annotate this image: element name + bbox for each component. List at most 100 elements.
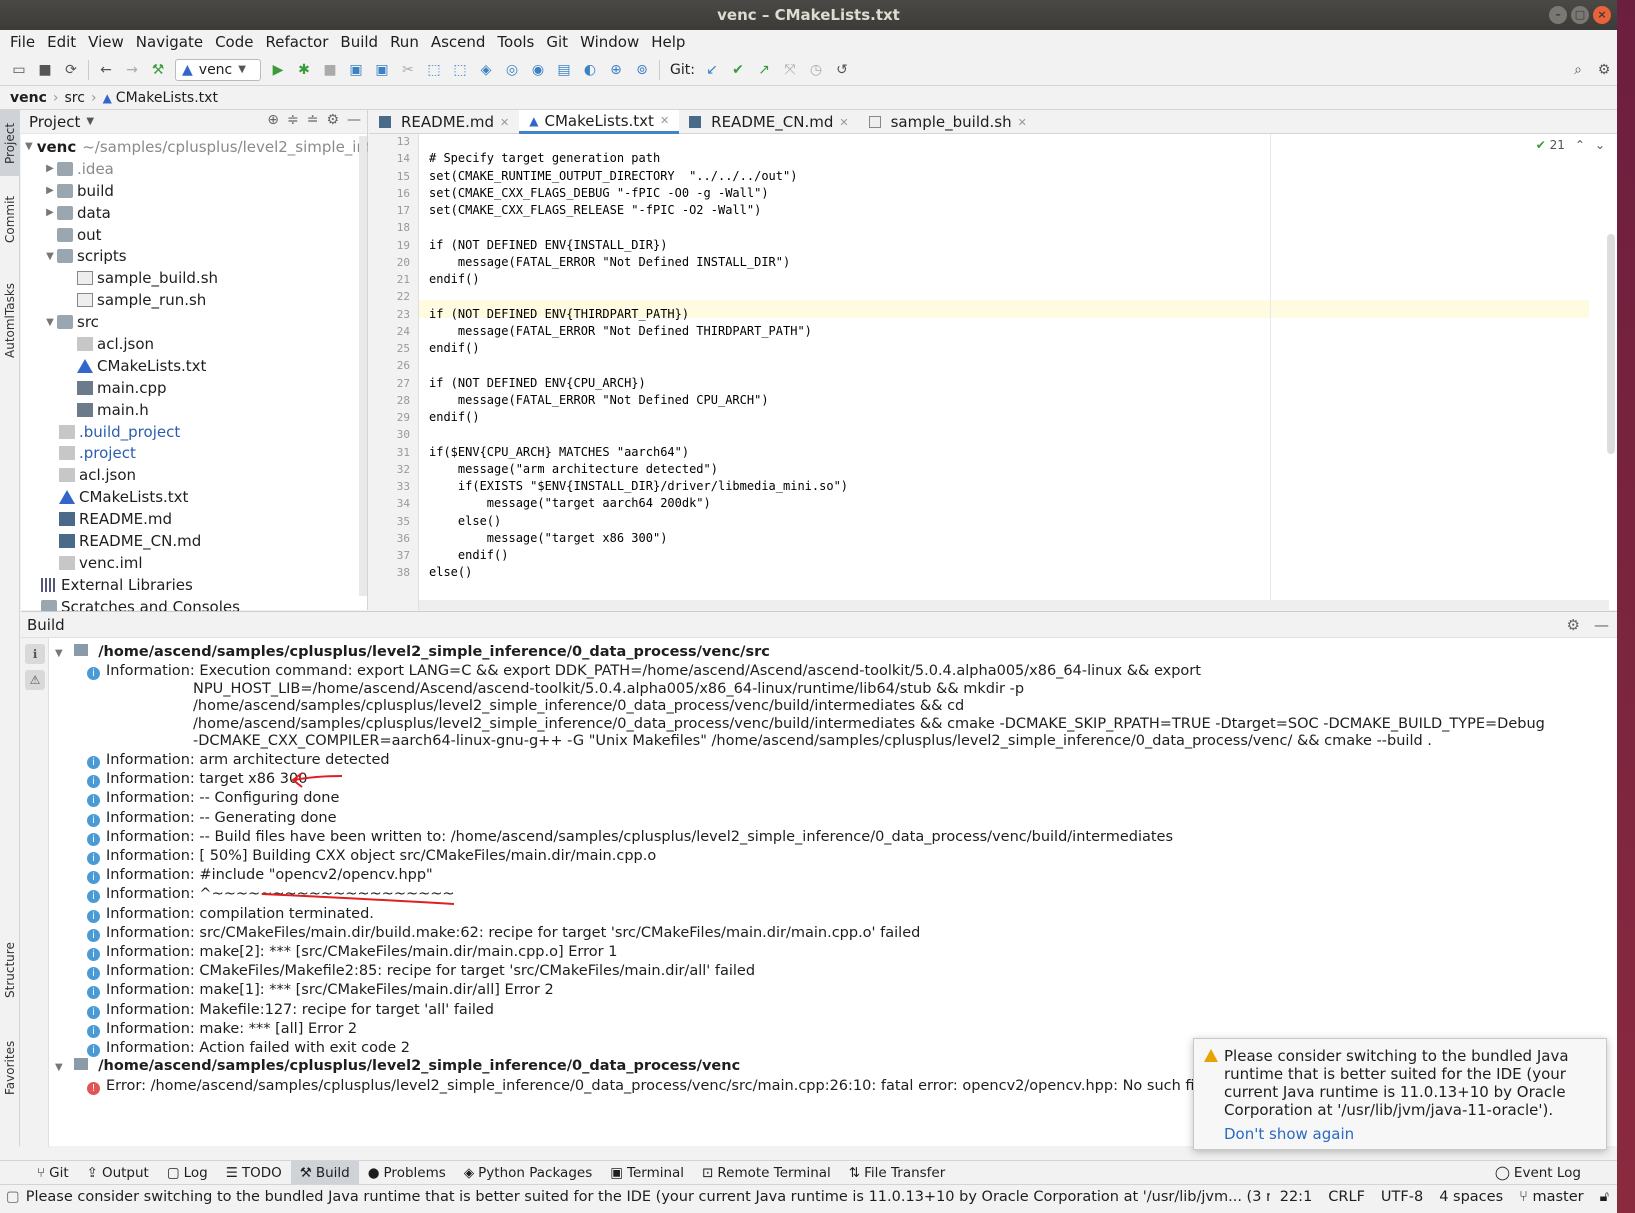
build-message[interactable]: i Information: -- Build files have been w…	[87, 829, 1173, 846]
menu-refactor[interactable]: Refactor	[259, 30, 334, 54]
chevron-down-icon[interactable]: ▼	[43, 317, 57, 328]
tab-readme-cn[interactable]: README_CN.md ✕	[679, 110, 858, 134]
run-icon[interactable]: ▶	[268, 60, 288, 80]
ascend-tool-3-icon[interactable]: ✂	[398, 60, 418, 80]
gear-icon[interactable]: ⚙	[1567, 616, 1580, 634]
hide-icon[interactable]: —	[1594, 616, 1609, 634]
menu-window[interactable]: Window	[574, 30, 645, 54]
breadcrumb-folder[interactable]: src	[65, 90, 85, 106]
build-hammer-icon[interactable]: ⚒	[148, 60, 168, 80]
build-message[interactable]: i Information: Action failed with exit co…	[87, 1040, 410, 1057]
git-history-icon[interactable]: ◷	[806, 60, 826, 80]
menu-file[interactable]: File	[4, 30, 41, 54]
code-line[interactable]: endif()	[429, 272, 480, 286]
chevron-down-icon[interactable]: ⌄	[1595, 138, 1605, 152]
tab-problems[interactable]: ● Problems	[359, 1161, 455, 1185]
sync-icon[interactable]: ⟳	[61, 60, 81, 80]
menu-git[interactable]: Git	[540, 30, 574, 54]
menu-tools[interactable]: Tools	[491, 30, 540, 54]
run-config-select[interactable]: ▲ venc ▼	[175, 58, 261, 81]
vtab-project[interactable]: Project	[0, 110, 20, 176]
editor-horizontal-scrollbar[interactable]	[419, 600, 1609, 610]
build-message[interactable]: i Information: src/CMakeFiles/main.dir/bu…	[87, 925, 920, 942]
code-editor[interactable]: 13 14 15 16 17 18 19 20 21 22 23 24 25 26 27 28 29 30 31 32…	[369, 134, 1617, 610]
tree-item-src[interactable]: ▼ src	[21, 311, 368, 333]
warning-filter-icon[interactable]: ⚠	[25, 670, 45, 690]
build-message[interactable]: i Information: compilation terminated.	[87, 906, 374, 923]
tab-todo[interactable]: ☰ TODO	[217, 1161, 291, 1185]
chevron-down-icon[interactable]: ▼	[25, 141, 33, 152]
build-error-message[interactable]: ! Error: /home/ascend/samples/cplusplus/l…	[87, 1078, 1227, 1095]
tree-item-src-cmakelists[interactable]: CMakeLists.txt	[21, 355, 368, 377]
tab-log[interactable]: ▢ Log	[158, 1161, 217, 1185]
project-scrollbar[interactable]	[359, 136, 367, 596]
close-icon[interactable]: ✕	[839, 116, 848, 129]
tree-item-build[interactable]: ▶ build	[21, 180, 368, 202]
ascend-tool-1-icon[interactable]: ▣	[346, 60, 366, 80]
tree-item-venc-iml[interactable]: venc.iml	[21, 552, 368, 574]
tab-remote-terminal[interactable]: ⊡ Remote Terminal	[693, 1161, 840, 1185]
tree-item-external-libraries[interactable]: External Libraries	[21, 574, 368, 596]
collapse-all-icon[interactable]: ≐	[307, 112, 319, 128]
git-branch-widget[interactable]: ⑂ master	[1519, 1189, 1583, 1205]
ascend-tool-5-icon[interactable]: ⬚	[450, 60, 470, 80]
chevron-down-icon[interactable]: ▼	[86, 116, 94, 127]
code-line[interactable]: message("target aarch64 200dk")	[429, 496, 711, 510]
tab-output[interactable]: ⇪ Output	[78, 1161, 158, 1185]
build-message[interactable]: i Information: Execution command: export …	[87, 663, 1201, 680]
tree-item-scripts[interactable]: ▼ scripts	[21, 245, 368, 267]
dont-show-again-link[interactable]: Don't show again	[1224, 1125, 1354, 1143]
build-node-src[interactable]: ▼ /home/ascend/samples/cplusplus/level2_…	[55, 644, 770, 660]
menu-build[interactable]: Build	[334, 30, 384, 54]
close-icon[interactable]: ✕	[500, 116, 509, 129]
ascend-tool-12-icon[interactable]: ⊚	[632, 60, 652, 80]
maximize-icon[interactable]: □	[1571, 6, 1589, 24]
menu-ascend[interactable]: Ascend	[425, 30, 492, 54]
open-folder-icon[interactable]: ▭	[9, 60, 29, 80]
tree-item-main-cpp[interactable]: main.cpp	[21, 377, 368, 399]
caret-position[interactable]: 22:1	[1280, 1189, 1313, 1205]
hide-icon[interactable]: —	[347, 112, 361, 128]
chevron-right-icon[interactable]: ▶	[43, 207, 57, 218]
code-line[interactable]: set(CMAKE_CXX_FLAGS_DEBUG "-fPIC -O0 -g …	[429, 186, 769, 200]
ascend-tool-10-icon[interactable]: ◐	[580, 60, 600, 80]
breadcrumb-file[interactable]: CMakeLists.txt	[116, 90, 218, 106]
code-line[interactable]: message(FATAL_ERROR "Not Defined INSTALL…	[429, 255, 790, 269]
back-icon[interactable]: ←	[96, 60, 116, 80]
code-line[interactable]: if(EXISTS "$ENV{INSTALL_DIR}/driver/libm…	[429, 479, 848, 493]
build-message[interactable]: i Information: make: *** [all] Error 2	[87, 1021, 357, 1038]
gear-icon[interactable]: ⚙	[326, 112, 339, 128]
menu-navigate[interactable]: Navigate	[130, 30, 209, 54]
code-line[interactable]: set(CMAKE_RUNTIME_OUTPUT_DIRECTORY "../.…	[429, 169, 797, 183]
tree-item-out[interactable]: out	[21, 224, 368, 246]
save-icon[interactable]: ■	[35, 60, 55, 80]
expand-all-icon[interactable]: ≑	[287, 112, 299, 128]
minimize-icon[interactable]: –	[1549, 6, 1567, 24]
code-line[interactable]: else()	[429, 514, 501, 528]
build-message[interactable]: i Information: make[2]: *** [src/CMakeFil…	[87, 944, 617, 961]
git-commit-icon[interactable]: ✔	[728, 60, 748, 80]
tab-file-transfer[interactable]: ⇅ File Transfer	[840, 1161, 954, 1185]
tree-item-project[interactable]: .project	[21, 442, 368, 464]
file-encoding[interactable]: UTF-8	[1381, 1189, 1423, 1205]
code-line[interactable]: set(CMAKE_CXX_FLAGS_RELEASE "-fPIC -O2 -…	[429, 203, 761, 217]
build-message[interactable]: i Information: CMakeFiles/Makefile2:85: r…	[87, 963, 755, 981]
tab-readme[interactable]: README.md ✕	[369, 110, 519, 134]
tree-item-main-h[interactable]: main.h	[21, 399, 368, 421]
build-message[interactable]: i Information: #include "opencv2/opencv.h…	[87, 867, 433, 885]
tree-item-cmakelists[interactable]: CMakeLists.txt	[21, 486, 368, 508]
code-line[interactable]: endif()	[429, 548, 509, 562]
code-line[interactable]: message("arm architecture detected")	[429, 462, 718, 476]
vtab-structure[interactable]: Structure	[0, 930, 20, 1010]
tree-item-sample-build[interactable]: sample_build.sh	[21, 267, 368, 289]
ascend-tool-7-icon[interactable]: ◎	[502, 60, 522, 80]
build-message[interactable]: i Information: target x86 300	[87, 771, 307, 789]
build-message[interactable]: i Information: ^~~~~~~~~~~~~~~~~~~~~	[87, 886, 455, 904]
tab-terminal[interactable]: ▣ Terminal	[601, 1161, 693, 1185]
code-line[interactable]: if (NOT DEFINED ENV{THIRDPART_PATH})	[429, 307, 689, 321]
tab-python-packages[interactable]: ◈ Python Packages	[455, 1161, 601, 1185]
tree-item-readme-cn[interactable]: README_CN.md	[21, 530, 368, 552]
vtab-favorites[interactable]: Favorites	[0, 1025, 20, 1110]
build-message[interactable]: i Information: -- Generating done	[87, 810, 337, 827]
build-message[interactable]: i Information: Makefile:127: recipe for t…	[87, 1002, 494, 1019]
